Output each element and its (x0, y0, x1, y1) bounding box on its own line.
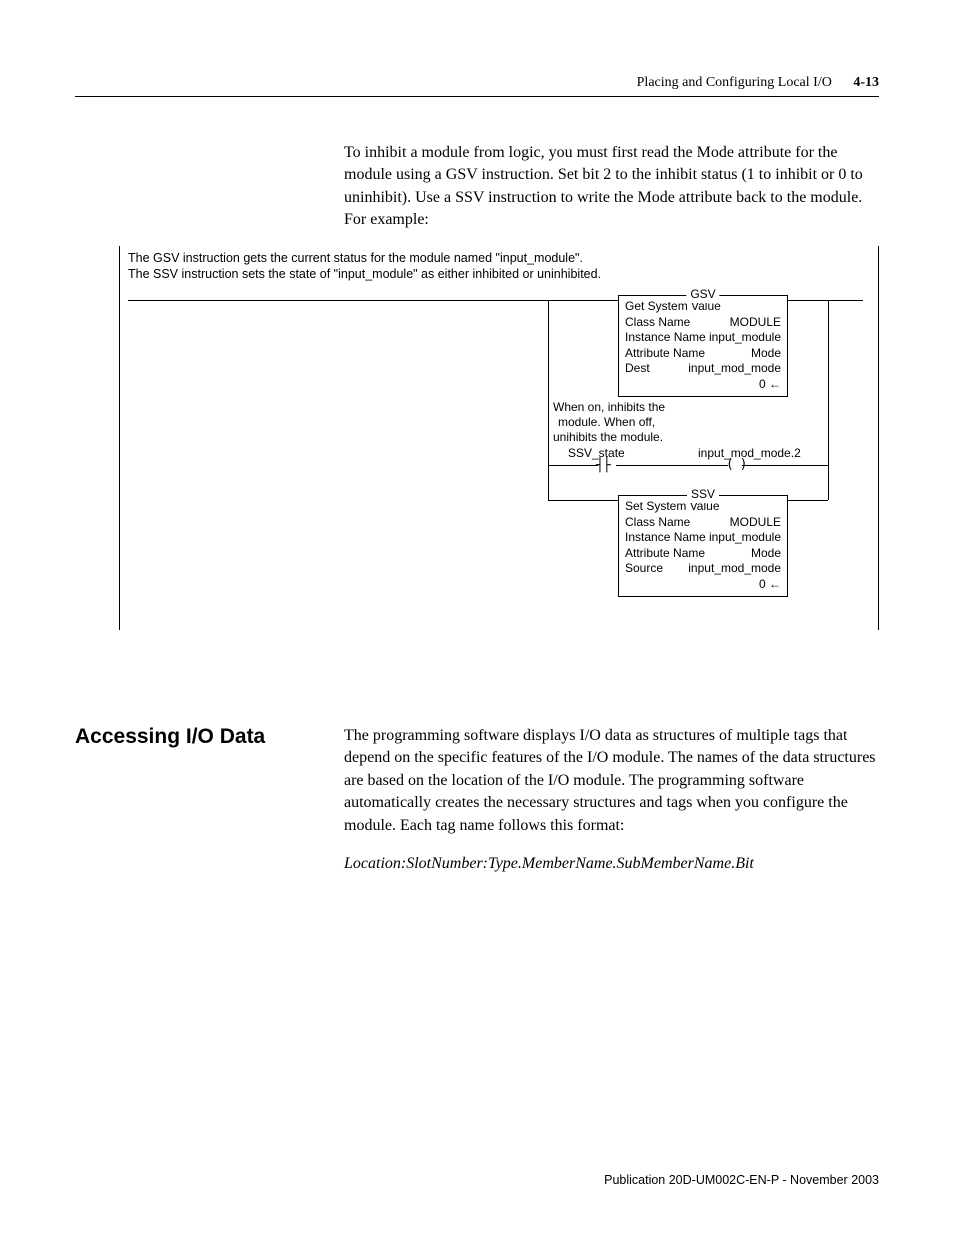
section-body-paragraph: The programming software displays I/O da… (344, 725, 879, 837)
header-page-number: 4-13 (853, 75, 879, 90)
page: Placing and Configuring Local I/O 4-13 T… (0, 0, 954, 1235)
ssv-source-value: input_mod_mode (688, 561, 781, 577)
gsv-instancename-value: input_module (709, 330, 781, 346)
ssv-instancename-label: Instance Name (625, 530, 706, 546)
ladder-area: GSV Get System Value Class NameMODULE In… (128, 290, 870, 590)
branch-desc-line1: When on, inhibits the (553, 400, 665, 415)
header-title: Placing and Configuring Local I/O (637, 75, 832, 90)
ssv-attributename-value: Mode (751, 546, 781, 562)
diagram-desc-line2: The SSV instruction sets the state of "i… (128, 266, 870, 282)
ssv-result: 0 (759, 577, 766, 591)
contact-symbol-icon: ┤├ (596, 458, 610, 473)
gsv-classname-value: MODULE (730, 315, 781, 331)
ladder-diagram: The GSV instruction gets the current sta… (119, 246, 879, 631)
branch-description: When on, inhibits the module. When off, … (553, 400, 665, 445)
tag-format: Location:SlotNumber:Type.MemberName.SubM… (344, 853, 879, 875)
gsv-instruction-box: GSV Get System Value Class NameMODULE In… (618, 295, 788, 397)
gsv-dest-value: input_mod_mode (688, 361, 781, 377)
page-header: Placing and Configuring Local I/O 4-13 (75, 75, 879, 97)
gsv-label: GSV (686, 287, 719, 303)
gsv-attributename-label: Attribute Name (625, 346, 705, 362)
gsv-attributename-value: Mode (751, 346, 781, 362)
gsv-instancename-label: Instance Name (625, 330, 706, 346)
gsv-result: 0 (759, 377, 766, 391)
gsv-dest-label: Dest (625, 361, 650, 377)
branch-desc-line2: module. When off, (553, 415, 665, 430)
ssv-source-label: Source (625, 561, 663, 577)
diagram-desc-line1: The GSV instruction gets the current sta… (128, 250, 870, 266)
ssv-instancename-value: input_module (709, 530, 781, 546)
gsv-classname-label: Class Name (625, 315, 690, 331)
ssv-classname-value: MODULE (730, 515, 781, 531)
section-accessing-io: Accessing I/O Data The programming softw… (75, 725, 879, 891)
intro-paragraph: To inhibit a module from logic, you must… (344, 142, 879, 232)
ssv-label: SSV (687, 487, 719, 503)
section-body: The programming software displays I/O da… (344, 725, 879, 891)
section-heading: Accessing I/O Data (75, 725, 344, 891)
branch-desc-line3: unihibits the module. (553, 430, 665, 445)
ssv-classname-label: Class Name (625, 515, 690, 531)
ssv-instruction-box: SSV Set System Value Class NameMODULE In… (618, 495, 788, 597)
ssv-attributename-label: Attribute Name (625, 546, 705, 562)
footer-publication: Publication 20D-UM002C-EN-P - November 2… (604, 1173, 879, 1187)
coil-name: input_mod_mode.2 (698, 446, 801, 460)
